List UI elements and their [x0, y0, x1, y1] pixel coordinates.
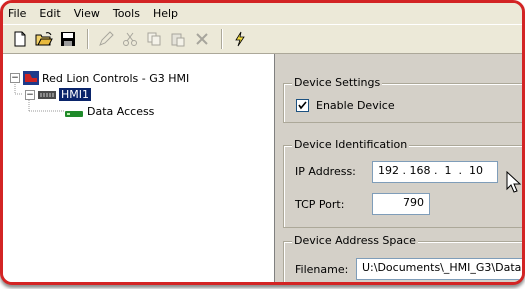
device-tree: − Red Lion Controls - G3 HMI − HMI1 Data…: [3, 54, 275, 282]
paste-icon[interactable]: [167, 28, 189, 50]
menu-view[interactable]: View: [74, 7, 100, 20]
toolbar-separator: [221, 29, 223, 49]
copy-icon[interactable]: [143, 28, 165, 50]
mouse-cursor-icon: [506, 171, 522, 193]
tree-device-row[interactable]: − HMI1: [25, 88, 92, 101]
menu-file[interactable]: File: [8, 7, 26, 20]
device-identification-legend: Device Identification: [292, 138, 410, 151]
new-icon[interactable]: [9, 28, 31, 50]
pencil-icon[interactable]: [95, 28, 117, 50]
cut-icon[interactable]: [119, 28, 141, 50]
save-icon[interactable]: [57, 28, 79, 50]
app-window: File Edit View Tools Help − Red Lion Con…: [0, 0, 525, 285]
red-lion-logo-icon: [23, 71, 39, 85]
device-settings-legend: Device Settings: [292, 76, 383, 89]
ip-address-field[interactable]: 192 . 168 . 1 . 10: [372, 161, 498, 183]
tree-device-label: HMI1: [59, 88, 92, 101]
data-access-icon: [65, 108, 83, 117]
ip-address-label: IP Address:: [295, 165, 356, 178]
tree-child-row[interactable]: Data Access: [65, 105, 154, 118]
menu-tools[interactable]: Tools: [113, 7, 140, 20]
filename-field[interactable]: U:\Documents\_HMI_G3\Data: [356, 258, 522, 280]
properties-panel: Device Settings Enable Device Device Ide…: [275, 54, 522, 282]
tcp-port-field[interactable]: 790: [372, 193, 430, 215]
tcp-port-label: TCP Port:: [295, 198, 345, 211]
toolbar: [3, 24, 522, 54]
filename-label: Filename:: [295, 263, 349, 276]
tree-root-row[interactable]: − Red Lion Controls - G3 HMI: [10, 71, 189, 85]
tree-child-label: Data Access: [87, 105, 155, 118]
collapse-icon[interactable]: −: [10, 73, 20, 83]
menu-edit[interactable]: Edit: [39, 7, 60, 20]
device-address-space-group: Device Address Space Filename: U:\Docume…: [283, 234, 522, 282]
collapse-icon[interactable]: −: [25, 89, 35, 100]
tree-root-label: Red Lion Controls - G3 HMI: [42, 71, 190, 85]
enable-device-checkbox[interactable]: [296, 99, 309, 112]
hmi-device-icon: [38, 90, 56, 100]
toolbar-separator: [87, 29, 89, 49]
menu-bar: File Edit View Tools Help: [3, 3, 522, 24]
device-settings-group: Device Settings Enable Device: [283, 76, 522, 123]
delete-icon[interactable]: [191, 28, 213, 50]
lightning-icon[interactable]: [229, 28, 251, 50]
enable-device-label: Enable Device: [316, 99, 395, 112]
device-identification-group: Device Identification IP Address: 192 . …: [283, 138, 522, 228]
device-address-space-legend: Device Address Space: [292, 234, 418, 247]
menu-help[interactable]: Help: [153, 7, 178, 20]
open-icon[interactable]: [33, 28, 55, 50]
